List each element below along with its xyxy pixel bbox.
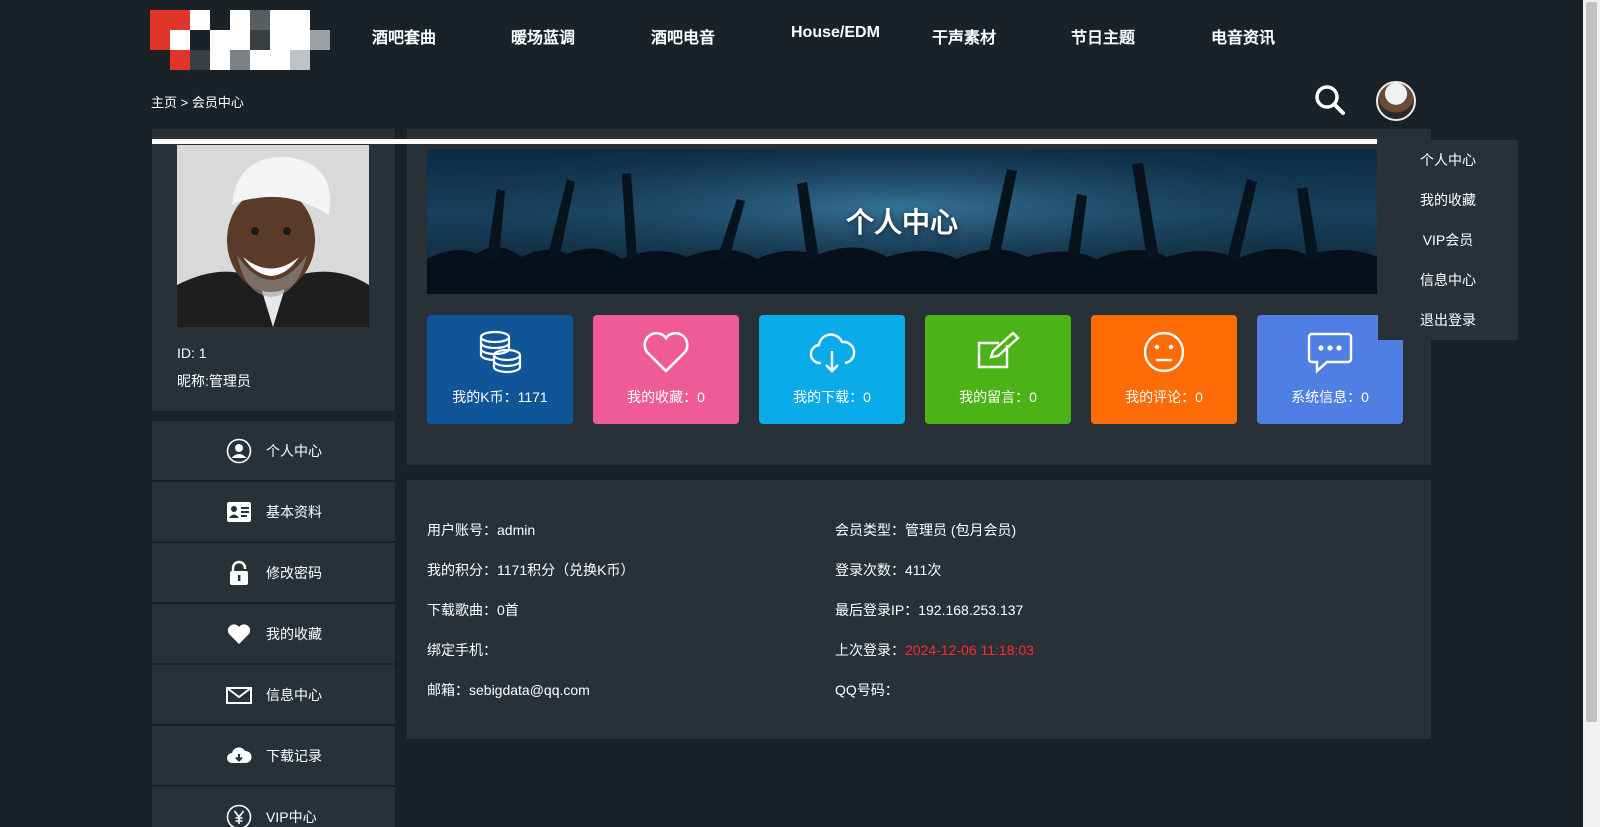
sidebar-item-download-history[interactable]: 下载记录 xyxy=(152,726,395,785)
sidebar-item-personal-center[interactable]: 个人中心 xyxy=(152,421,395,480)
chat-icon xyxy=(1307,332,1353,374)
stat-label: 我的收藏：0 xyxy=(627,389,705,405)
stat-comments[interactable]: 我的评论：0 xyxy=(1091,315,1237,424)
main-panel: 个人中心 我的K币：1171 我的收藏：0 我的下载：0 我的留言：0 我的评论… xyxy=(407,129,1431,465)
mail-icon xyxy=(226,682,252,708)
dropdown-item-favorites[interactable]: 我的收藏 xyxy=(1378,188,1518,228)
lock-icon xyxy=(226,560,252,586)
cloud-download-icon xyxy=(226,743,252,769)
user-dropdown-menu: 个人中心 我的收藏 VIP会员 信息中心 退出登录 xyxy=(1378,140,1518,340)
info-account: 用户账号：admin xyxy=(427,522,536,538)
sidebar-item-label: 基本资料 xyxy=(266,503,322,520)
profile-card: ID: 1 昵称:管理员 xyxy=(152,129,395,411)
cloud-download-icon xyxy=(809,333,856,373)
info-downloaded-songs: 下载歌曲：0首 xyxy=(427,602,519,618)
smiley-icon xyxy=(1143,331,1185,373)
stat-label: 我的留言：0 xyxy=(959,389,1037,405)
breadcrumb-separator: > xyxy=(180,95,189,110)
sidebar-item-label: 个人中心 xyxy=(266,442,322,459)
stats-row: 我的K币：1171 我的收藏：0 我的下载：0 我的留言：0 我的评论：0 系统… xyxy=(427,315,1403,424)
sidebar-item-basic-info[interactable]: 基本资料 xyxy=(152,482,395,541)
nav-item-house-edm[interactable]: House/EDM xyxy=(791,24,880,42)
sidebar-item-label: 修改密码 xyxy=(266,564,322,581)
sidebar-menu: 个人中心 基本资料 修改密码 我的收藏 信息中心 下载记录 VIP中心 xyxy=(152,421,395,827)
nav-item-warmup-blues[interactable]: 暖场蓝调 xyxy=(511,24,575,48)
dropdown-item-vip[interactable]: VIP会员 xyxy=(1378,228,1518,268)
yen-icon xyxy=(226,804,252,827)
stat-k-coins[interactable]: 我的K币：1171 xyxy=(427,315,573,424)
account-info-panel: 用户账号：admin 我的积分：1171积分（兑换K币） 下载歌曲：0首 绑定手… xyxy=(407,480,1431,739)
stat-label: 我的下载：0 xyxy=(793,389,871,405)
stat-label: 我的评论：0 xyxy=(1125,389,1203,405)
heart-icon xyxy=(226,621,252,647)
info-last-login-label: 上次登录： xyxy=(835,642,905,658)
info-qq: QQ号码： xyxy=(835,682,899,698)
user-circle-icon xyxy=(226,438,252,464)
info-login-count: 登录次数：411次 xyxy=(835,562,942,578)
account-info-left: 用户账号：admin 我的积分：1171积分（兑换K币） 下载歌曲：0首 绑定手… xyxy=(427,510,634,710)
sidebar-item-change-password[interactable]: 修改密码 xyxy=(152,543,395,602)
info-member-type: 会员类型：管理员 (包月会员) xyxy=(835,522,1017,538)
stat-label: 我的K币：1171 xyxy=(452,389,548,405)
nav-item-holiday-themes[interactable]: 节日主题 xyxy=(1071,24,1135,48)
nav-item-edm-news[interactable]: 电音资讯 xyxy=(1211,24,1275,48)
sidebar-item-label: 信息中心 xyxy=(266,686,322,703)
breadcrumb-home[interactable]: 主页 xyxy=(151,95,177,110)
divider-line xyxy=(152,139,1377,144)
nav-item-dry-vocals[interactable]: 干声素材 xyxy=(932,24,996,48)
sidebar-item-messages[interactable]: 信息中心 xyxy=(152,665,395,724)
stat-favorites[interactable]: 我的收藏：0 xyxy=(593,315,739,424)
id-card-icon xyxy=(226,499,252,525)
heart-outline-icon xyxy=(643,331,689,373)
banner-image: 个人中心 xyxy=(427,149,1377,294)
account-info-right: 会员类型：管理员 (包月会员) 登录次数：411次 最后登录IP：192.168… xyxy=(835,510,1034,710)
info-last-ip: 最后登录IP：192.168.253.137 xyxy=(835,602,1024,618)
info-last-login: 上次登录：2024-12-06 11:18:03 xyxy=(835,630,1034,670)
profile-id: ID: 1 xyxy=(177,345,207,361)
info-points: 我的积分：1171积分（兑换K币） xyxy=(427,562,635,578)
stat-messages[interactable]: 我的留言：0 xyxy=(925,315,1071,424)
profile-nickname: 昵称:管理员 xyxy=(177,373,251,389)
sidebar-item-vip-center[interactable]: VIP中心 xyxy=(152,787,395,827)
dropdown-item-messages[interactable]: 信息中心 xyxy=(1378,268,1518,308)
breadcrumb: 主页 > 会员中心 xyxy=(151,92,244,111)
header-avatar[interactable] xyxy=(1376,81,1416,121)
banner-title: 个人中心 xyxy=(845,207,958,238)
search-icon[interactable] xyxy=(1314,84,1346,116)
sidebar-item-favorites[interactable]: 我的收藏 xyxy=(152,604,395,663)
nav-item-bar-sets[interactable]: 酒吧套曲 xyxy=(372,24,436,48)
breadcrumb-current: 会员中心 xyxy=(191,95,244,110)
scrollbar-thumb[interactable] xyxy=(1586,2,1597,722)
dropdown-item-logout[interactable]: 退出登录 xyxy=(1378,308,1518,348)
info-last-login-value: 2024-12-06 11:18:03 xyxy=(905,642,1034,658)
coins-icon xyxy=(479,330,522,374)
profile-avatar xyxy=(177,145,369,327)
sidebar-item-label: 我的收藏 xyxy=(266,625,322,642)
edit-icon xyxy=(977,331,1020,369)
dropdown-item-personal-center[interactable]: 个人中心 xyxy=(1378,148,1518,188)
nav-item-bar-electronic[interactable]: 酒吧电音 xyxy=(651,24,715,48)
sidebar-item-label: VIP中心 xyxy=(266,808,317,825)
sidebar-item-label: 下载记录 xyxy=(266,747,322,764)
info-bound-phone: 绑定手机： xyxy=(427,642,497,658)
stat-label: 系统信息：0 xyxy=(1291,389,1369,405)
stat-downloads[interactable]: 我的下载：0 xyxy=(759,315,905,424)
site-logo[interactable] xyxy=(150,10,330,70)
info-email: 邮箱：sebigdata@qq.com xyxy=(427,682,590,698)
